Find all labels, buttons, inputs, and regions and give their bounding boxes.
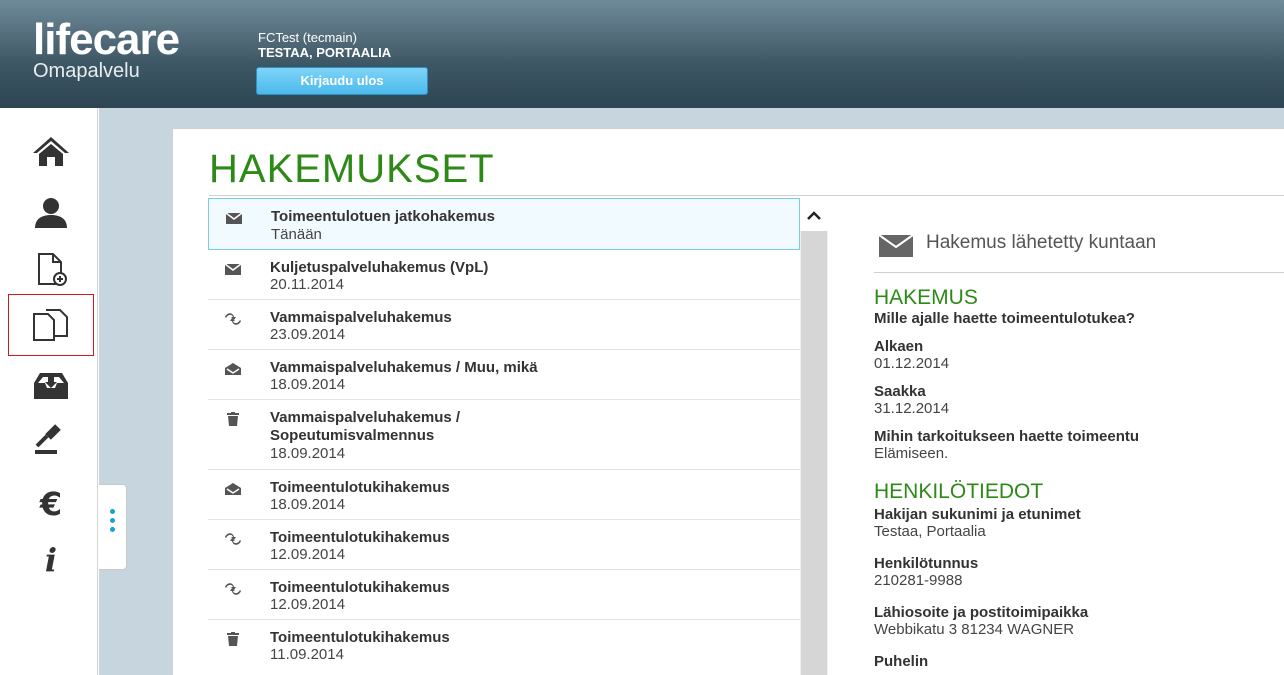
nav-applications[interactable] [8, 294, 94, 356]
list-item[interactable]: Vammaispalveluhakemus / Sopeutumisvalmen… [208, 400, 800, 470]
gavel-icon [35, 424, 61, 454]
list-item[interactable]: Toimeentulotukihakemus 12.09.2014 [208, 520, 800, 570]
panel-toggle-handle[interactable] [99, 484, 127, 570]
left-nav: € i [0, 108, 98, 675]
scroll-thumb[interactable] [801, 231, 827, 675]
new-document-icon [38, 253, 67, 286]
user-account: FCTest (tecmain) [258, 30, 357, 45]
field-label-address: Lähiosoite ja postitoimipaikka [874, 604, 1089, 621]
list-item-date: 12.09.2014 [270, 546, 346, 563]
field-value-end: 31.12.2014 [874, 400, 950, 417]
euro-icon: € [39, 485, 62, 521]
nav-decisions[interactable] [8, 414, 94, 464]
list-item-title: Vammaispalveluhakemus [270, 309, 452, 326]
title-divider [209, 195, 1284, 196]
nav-inbox[interactable] [8, 360, 94, 410]
info-icon: i [45, 541, 57, 577]
list-item[interactable]: Toimeentulotuen jatkohakemus Tänään [208, 198, 800, 250]
open-envelope-icon [225, 363, 241, 375]
field-label-name: Hakijan sukunimi ja etunimet [874, 506, 1081, 523]
lifecare-logo: lifecare Omapalvelu [33, 15, 180, 83]
list-item-title: Kuljetuspalveluhakemus (VpL) [270, 259, 489, 276]
field-label-end: Saakka [874, 383, 926, 400]
list-item[interactable]: Toimeentulotukihakemus 18.09.2014 [208, 470, 800, 520]
list-item[interactable]: Kuljetuspalveluhakemus (VpL) 20.11.2014 [208, 250, 800, 300]
field-value-purpose: Elämiseen. [874, 445, 949, 462]
trash-icon [227, 632, 239, 646]
exchange-icon [225, 313, 241, 325]
list-item-title: Toimeentulotukihakemus [270, 579, 450, 596]
list-item-date: 18.09.2014 [270, 496, 346, 513]
envelope-icon [224, 263, 242, 275]
field-label-start: Alkaen [874, 338, 924, 355]
section-title-application: HAKEMUS [874, 286, 978, 309]
list-item[interactable]: Vammaispalveluhakemus 23.09.2014 [208, 300, 800, 350]
list-item-date: 23.09.2014 [270, 326, 346, 343]
person-icon [35, 198, 67, 228]
list-item-title: Vammaispalveluhakemus / [270, 409, 461, 426]
field-label-ssn: Henkilötunnus [874, 555, 979, 572]
user-name: TESTAA, PORTAALIA [258, 45, 392, 60]
home-icon [33, 137, 69, 166]
status-text: Hakemus lähetetty kuntaan [926, 232, 1157, 253]
exchange-icon [225, 533, 241, 545]
envelope-icon [225, 212, 243, 224]
field-value-start: 01.12.2014 [874, 355, 950, 372]
field-label-phone: Puhelin [874, 653, 929, 670]
application-list: Toimeentulotuen jatkohakemus Tänään Kulj… [208, 198, 828, 675]
list-item[interactable]: Toimeentulotukihakemus 12.09.2014 [208, 570, 800, 620]
nav-profile[interactable] [8, 188, 94, 238]
nav-new-application[interactable] [8, 244, 94, 294]
list-item-date: 12.09.2014 [270, 596, 346, 613]
scroll-up-button[interactable] [800, 199, 828, 231]
envelope-icon [878, 234, 914, 257]
page-title: HAKEMUKSET [209, 147, 495, 191]
user-info: FCTest (tecmain) TESTAA, PORTAALIA [258, 30, 391, 60]
list-item[interactable]: Vammaispalveluhakemus / Muu, mikä 18.09.… [208, 350, 800, 400]
handle-dot [110, 518, 115, 523]
field-label-purpose: Mihin tarkoitukseen haette toimeentu [874, 428, 1140, 445]
exchange-icon [225, 583, 241, 595]
list-item-date: 18.09.2014 [270, 376, 346, 393]
inbox-download-icon [34, 373, 68, 399]
application-detail: Hakemus lähetetty kuntaan HAKEMUS Mille … [874, 198, 1284, 675]
list-item-title: Vammaispalveluhakemus / Muu, mikä [270, 359, 538, 376]
list-item-date: 18.09.2014 [270, 445, 346, 462]
nav-home[interactable] [8, 126, 94, 176]
list-item-title: Toimeentulotukihakemus [270, 529, 450, 546]
chevron-up-icon [807, 211, 821, 220]
app-header: lifecare Omapalvelu FCTest (tecmain) TES… [0, 0, 1284, 108]
field-label-period: Mille ajalle haette toimeentulotukea? [874, 310, 1135, 327]
open-envelope-icon [225, 483, 241, 495]
section-title-personal: HENKILÖTIEDOT [874, 480, 1044, 503]
handle-dot [110, 509, 115, 514]
list-item-title: Toimeentulotuen jatkohakemus [271, 208, 495, 225]
list-item-title-cont: Sopeutumisvalmennus [270, 427, 435, 444]
list-item-title: Toimeentulotukihakemus [270, 629, 450, 646]
trash-icon [227, 412, 239, 426]
logout-button[interactable]: Kirjaudu ulos [256, 67, 428, 95]
field-value-name: Testaa, Portaalia [874, 523, 986, 540]
list-item-title: Toimeentulotukihakemus [270, 479, 450, 496]
list-item[interactable]: Toimeentulotukihakemus 11.09.2014 [208, 620, 800, 675]
list-item-date: 20.11.2014 [270, 276, 344, 293]
nav-payments[interactable]: € [8, 478, 94, 528]
svg-text:€: € [39, 485, 62, 521]
list-scrollbar[interactable] [800, 199, 828, 675]
documents-icon [33, 309, 68, 341]
handle-dot [110, 527, 115, 532]
detail-divider [874, 272, 1284, 273]
svg-text:i: i [45, 541, 57, 577]
field-value-ssn: 210281-9988 [874, 572, 963, 589]
list-item-date: 11.09.2014 [270, 646, 344, 663]
logo-main-text: lifecare [33, 15, 180, 64]
list-item-date: Tänään [271, 226, 322, 243]
field-value-address: Webbikatu 3 81234 WAGNER [874, 621, 1075, 638]
nav-info[interactable]: i [8, 534, 94, 584]
